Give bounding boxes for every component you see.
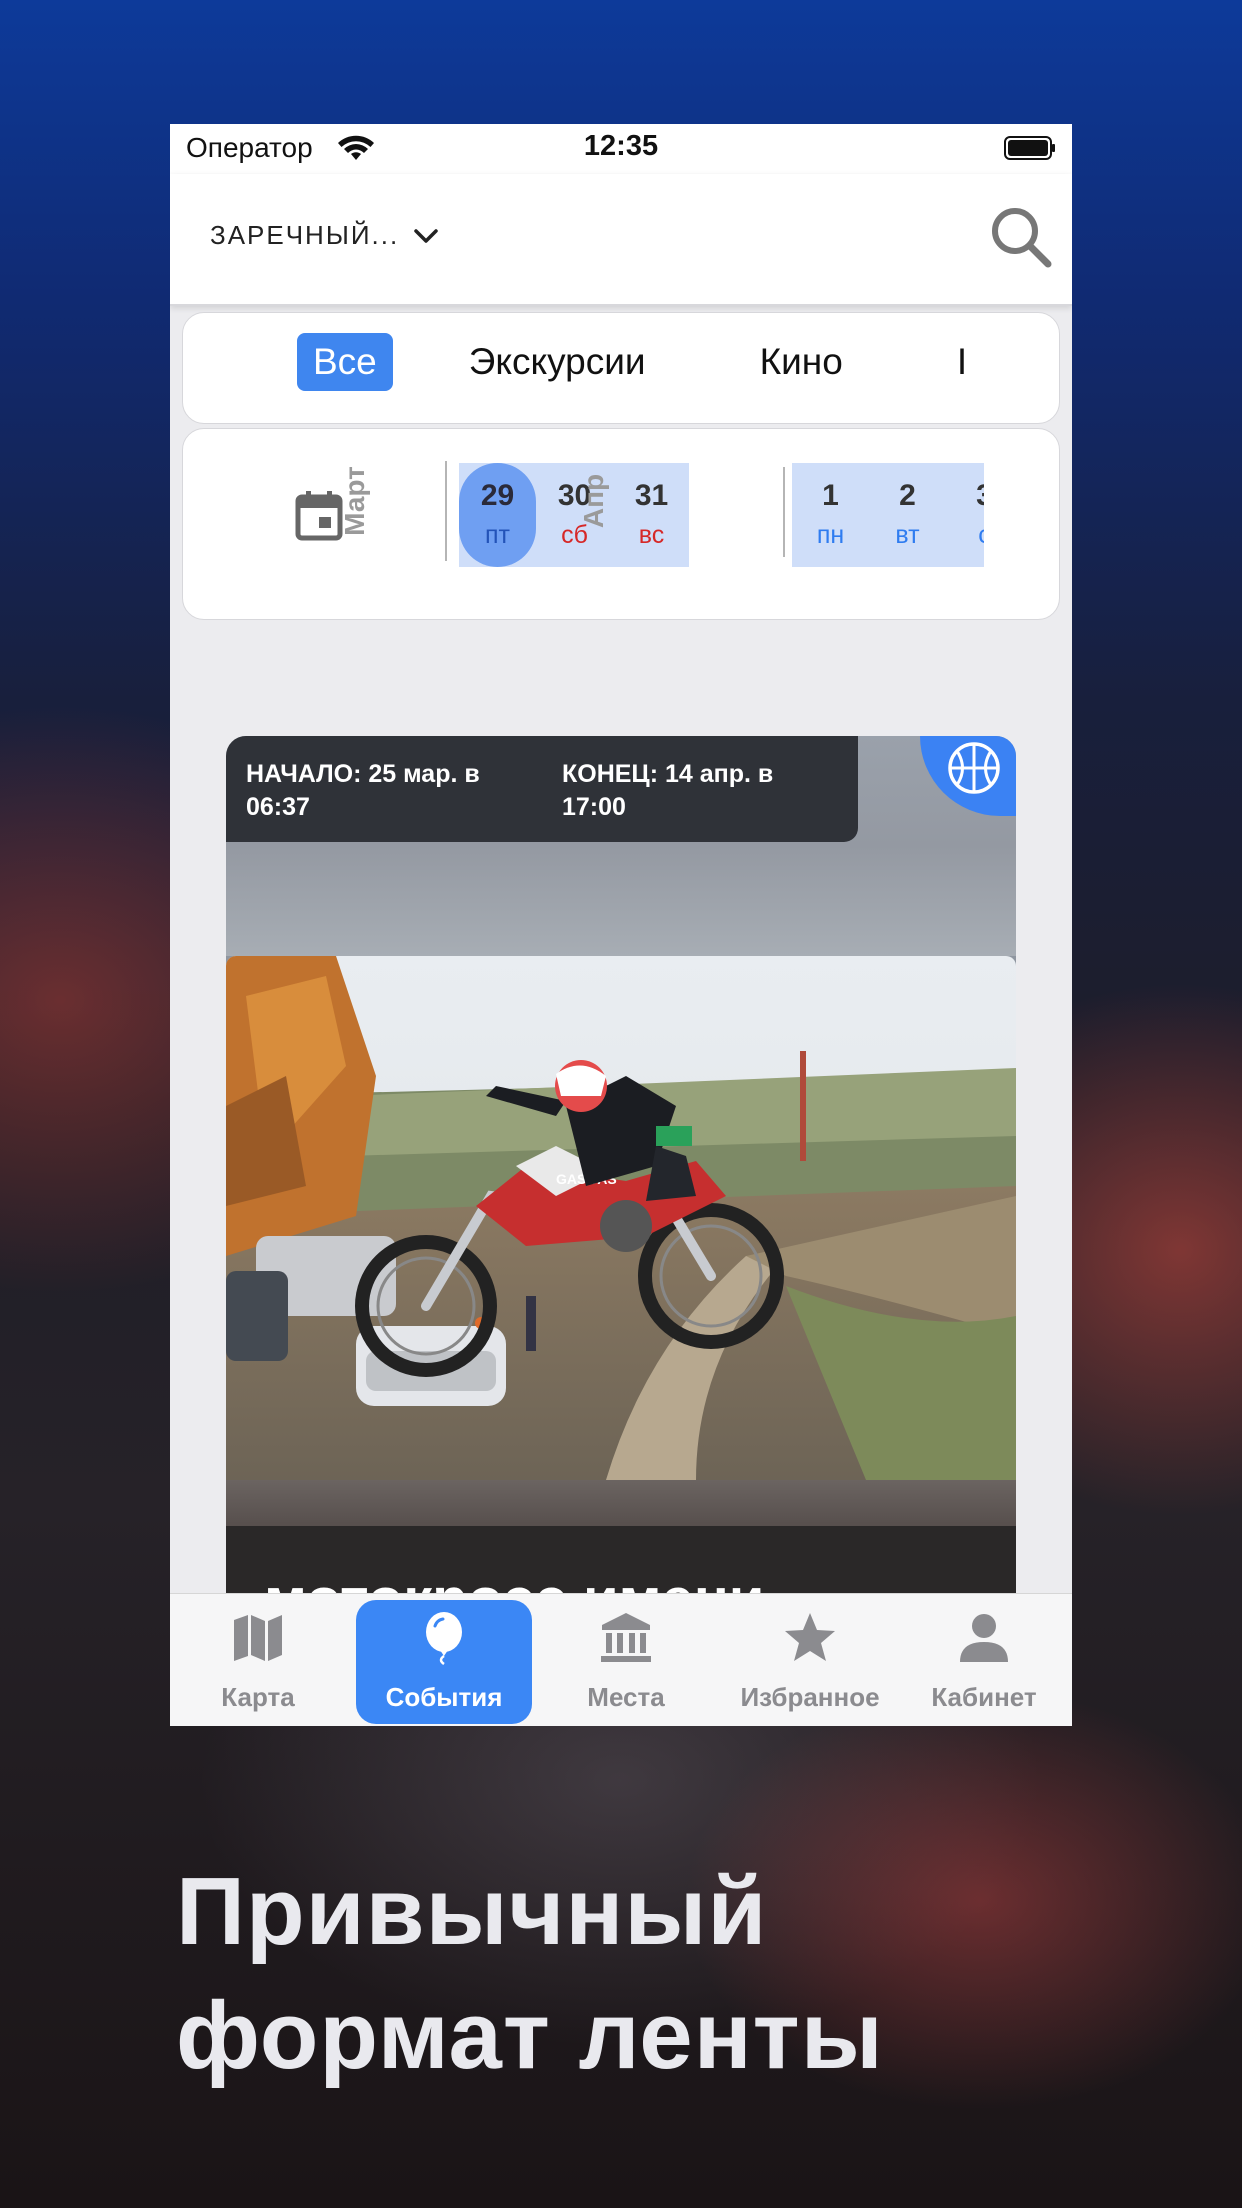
tab-map[interactable]: Карта: [170, 1594, 346, 1726]
month-label-march: Март: [339, 466, 370, 536]
month-label-april: Апр: [578, 473, 609, 529]
star-icon: [785, 1613, 835, 1661]
category-chips: Все Экскурсии Кино I: [297, 333, 977, 403]
balloon-icon: [426, 1612, 462, 1666]
battery-icon: [1004, 136, 1055, 160]
chip-all[interactable]: Все: [297, 333, 393, 391]
status-bar: Оператор 12:35: [170, 124, 1072, 174]
event-card[interactable]: НАЧАЛО: 25 мар. в 06:37 КОНЕЦ: 14 апр. в…: [226, 736, 1016, 1726]
tab-favorites[interactable]: Избранное: [710, 1594, 910, 1726]
tab-account[interactable]: Кабинет: [896, 1594, 1072, 1726]
day-weekday: пн: [816, 521, 845, 549]
day-strip-march: 29 пт 30 сб 31 вс: [459, 463, 689, 567]
museum-icon: [601, 1613, 651, 1662]
map-icon: [234, 1615, 282, 1661]
card-divider: [226, 1480, 1016, 1526]
tab-label: Места: [587, 1682, 665, 1712]
day-weekday: вт: [895, 521, 920, 549]
event-time-bar: НАЧАЛО: 25 мар. в 06:37 КОНЕЦ: 14 апр. в…: [226, 736, 858, 842]
clock: 12:35: [583, 130, 659, 162]
day-number: 29: [480, 479, 515, 512]
day-strip-april: 1 пн 2 вт 3 с: [792, 463, 984, 567]
calendar-icon[interactable]: [295, 489, 343, 541]
promo-line-2: формат ленты: [176, 1982, 884, 2089]
promo-title: Привычный формат ленты: [176, 1850, 884, 2098]
day-weekday: с: [946, 521, 984, 550]
phone-screen: Оператор 12:35 ЗАРЕЧНЫЙ... Все Экскурсии К…: [170, 124, 1072, 1726]
date-picker: Март 29 пт 30 сб 31 вс Апр 1 пн 2 вт: [182, 428, 1060, 620]
day-31[interactable]: 31 вс: [613, 463, 689, 567]
day-number: 2: [899, 479, 916, 512]
day-number: 1: [822, 479, 839, 512]
tab-places[interactable]: Места: [538, 1594, 714, 1726]
chevron-down-icon: [414, 228, 438, 243]
tab-label: Избранное: [740, 1682, 880, 1712]
tab-label: Кабинет: [931, 1682, 1037, 1712]
tab-events[interactable]: События: [356, 1600, 532, 1724]
category-filter: Все Экскурсии Кино I: [182, 312, 1060, 424]
month-divider: [445, 461, 447, 561]
day-number: 3: [946, 479, 984, 513]
chip-more[interactable]: I: [941, 333, 977, 391]
day-weekday: пт: [485, 521, 510, 549]
day-weekday: вс: [638, 521, 665, 549]
chip-excursions[interactable]: Экскурсии: [453, 333, 662, 391]
location-selector[interactable]: ЗАРЕЧНЫЙ...: [210, 220, 439, 251]
day-29[interactable]: 29 пт: [459, 463, 536, 567]
event-photo: GASGAS: [226, 956, 1016, 1480]
location-label: ЗАРЕЧНЫЙ...: [210, 220, 400, 250]
month-divider: [783, 467, 785, 557]
basketball-icon: [948, 742, 1000, 794]
header-bar: ЗАРЕЧНЫЙ...: [170, 174, 1072, 306]
event-end: КОНЕЦ: 14 апр. в 17:00: [562, 760, 774, 821]
day-2[interactable]: 2 вт: [869, 463, 946, 567]
day-1[interactable]: 1 пн: [792, 463, 869, 567]
search-icon[interactable]: [988, 204, 1054, 270]
tab-label: События: [385, 1682, 503, 1712]
tab-bar: Карта События Места Избранное Кабинет: [170, 1593, 1072, 1726]
day-3[interactable]: 3 с: [946, 463, 984, 567]
chip-cinema[interactable]: Кино: [744, 333, 859, 391]
event-start: НАЧАЛО: 25 мар. в 06:37: [246, 760, 480, 821]
promo-line-1: Привычный: [176, 1858, 768, 1965]
day-number: 31: [634, 479, 669, 512]
tab-label: Карта: [221, 1682, 295, 1712]
person-icon: [960, 1614, 1008, 1662]
